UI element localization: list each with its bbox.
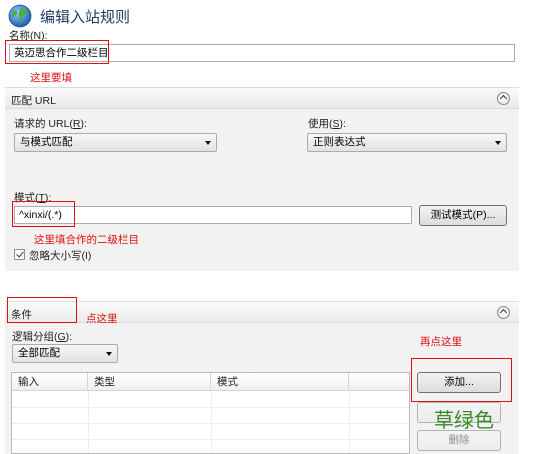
dialog-title: 编辑入站规则 — [40, 9, 131, 26]
conditions-header[interactable]: 条件 — [5, 301, 519, 323]
collapse-conditions-icon[interactable] — [497, 306, 510, 319]
conditions-table[interactable]: 输入 类型 模式 — [11, 372, 410, 454]
logical-grouping-select[interactable]: 全部匹配 — [12, 344, 118, 363]
using-label: 使用(S): — [308, 118, 346, 130]
globe-icon — [8, 4, 32, 28]
green-annotation: 草绿色 — [434, 410, 494, 432]
name-annotation: 这里要填 — [30, 72, 72, 84]
test-pattern-button[interactable]: 测试模式(P)... — [419, 205, 507, 226]
collapse-match-url-icon[interactable] — [497, 92, 510, 105]
requested-url-label: 请求的 URL(R): — [14, 118, 87, 130]
table-column-divider — [211, 391, 212, 453]
delete-condition-button[interactable]: 删除 — [417, 430, 501, 451]
chevron-down-icon — [106, 352, 112, 356]
table-column-divider — [88, 391, 89, 453]
add-highlight-box — [411, 358, 512, 402]
pattern-annotation: 这里填合作的二级栏目 — [34, 234, 139, 246]
ignore-case-checkbox[interactable] — [14, 249, 25, 260]
chevron-down-icon — [205, 141, 211, 145]
table-column-divider — [349, 391, 350, 453]
add-annotation: 再点这里 — [420, 336, 462, 348]
name-highlight-box — [5, 40, 109, 64]
logical-grouping-label: 逻辑分组(G): — [12, 331, 73, 343]
column-header-blank — [349, 373, 409, 391]
conditions-annotation: 点这里 — [86, 313, 118, 325]
conditions-highlight-box — [7, 297, 77, 323]
match-url-header[interactable]: 匹配 URL — [5, 87, 519, 109]
match-url-title: 匹配 URL — [11, 95, 56, 107]
pattern-highlight-box — [12, 201, 75, 227]
column-header-type[interactable]: 类型 — [88, 373, 211, 391]
using-select[interactable]: 正则表达式 — [307, 133, 507, 152]
ignore-case-label: 忽略大小写(I) — [29, 250, 92, 262]
column-header-pattern[interactable]: 模式 — [211, 373, 349, 391]
column-header-input[interactable]: 输入 — [12, 373, 88, 391]
requested-url-select[interactable]: 与模式匹配 — [14, 133, 217, 152]
chevron-down-icon — [495, 141, 501, 145]
